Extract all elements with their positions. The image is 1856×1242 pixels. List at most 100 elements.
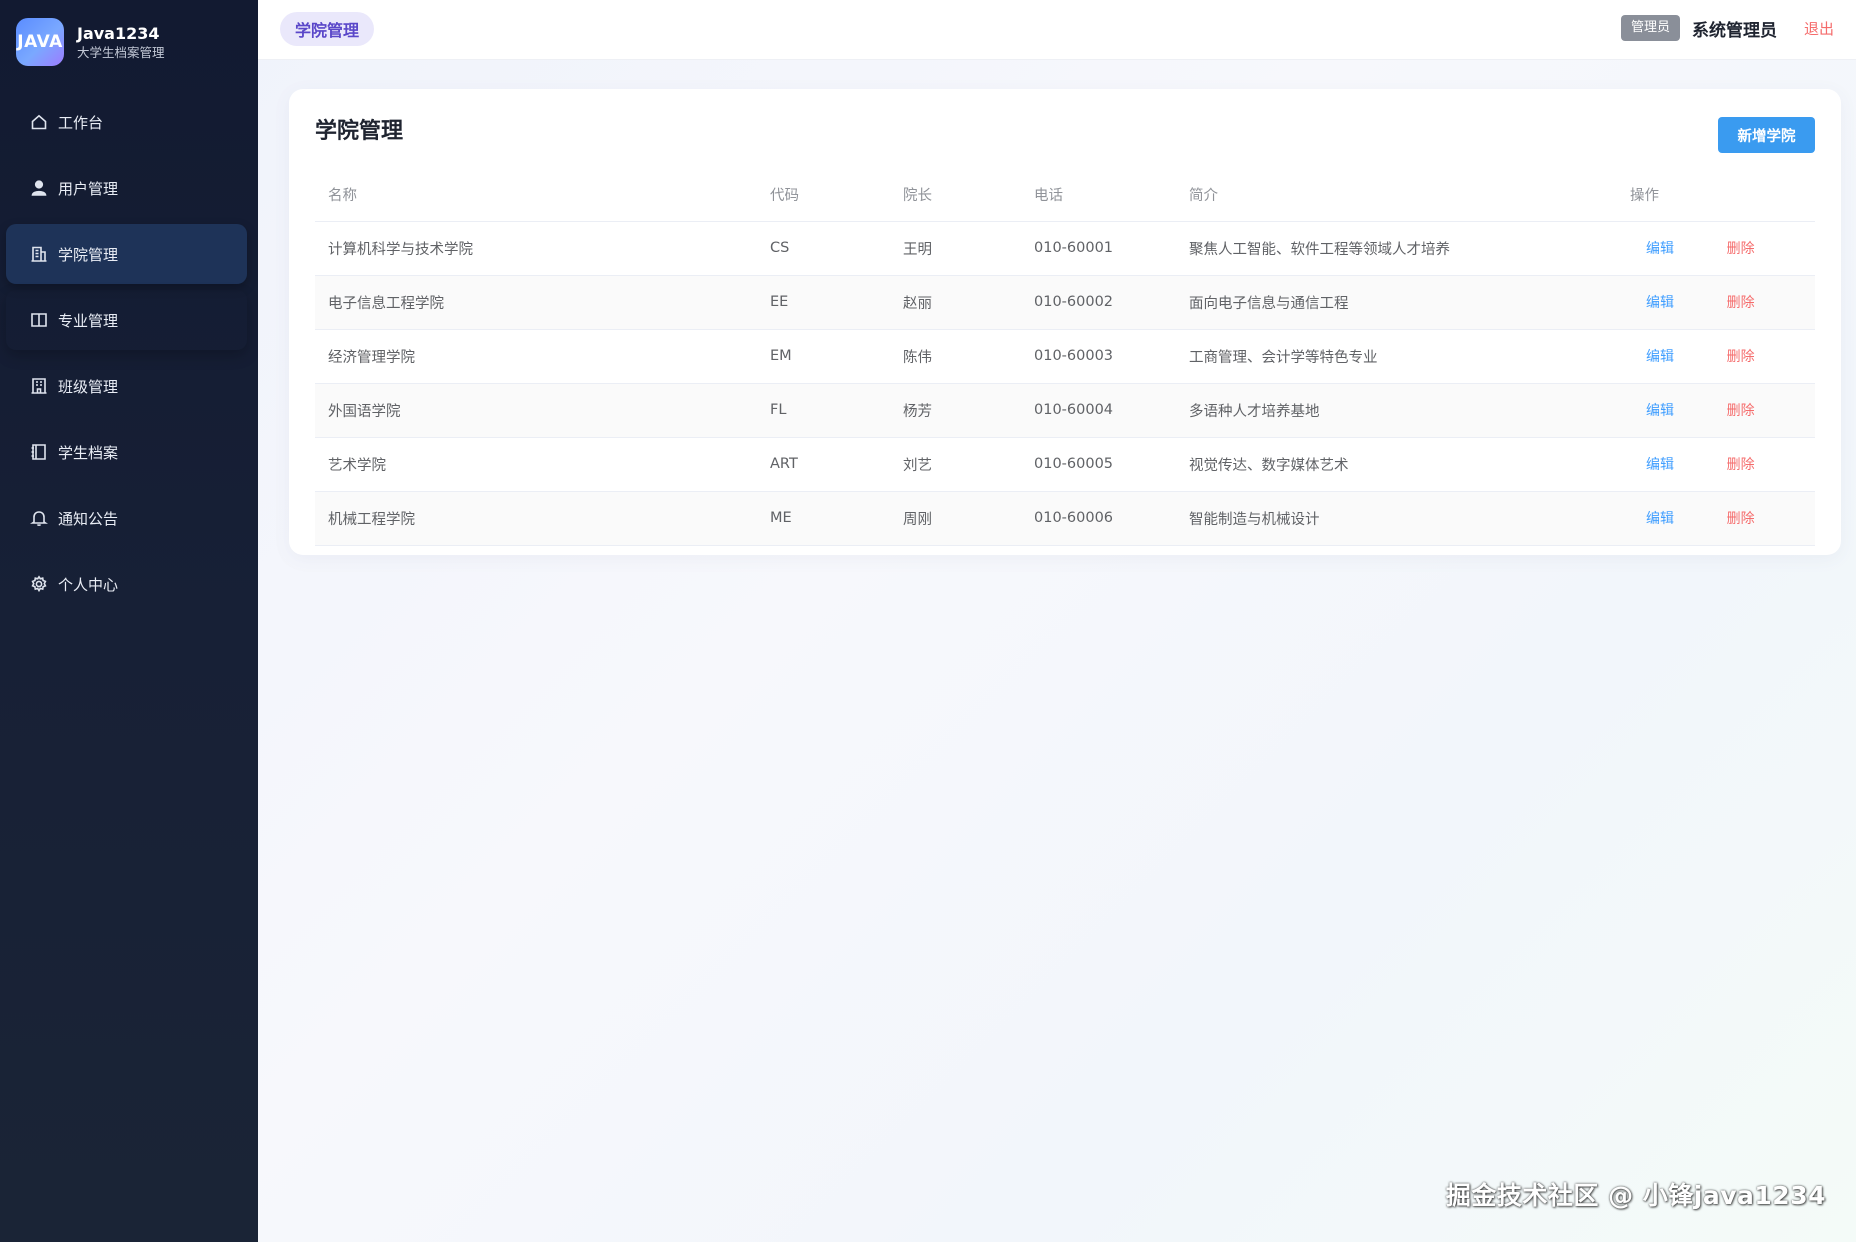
college-table: 名称 代码 院长 电话 简介 操作 计算机科学与技术学院 CS 王明 010-6… [315, 169, 1815, 546]
delete-button[interactable]: 删除 [1727, 238, 1755, 258]
column-header-code: 代码 [757, 169, 890, 222]
sidebar-item-label: 班级管理 [58, 377, 119, 396]
cell-actions: 编辑 删除 [1617, 491, 1815, 546]
add-college-button[interactable]: 新增学院 [1718, 117, 1815, 153]
cell-phone: 010-60004 [1021, 383, 1176, 438]
sidebar-item-label: 工作台 [58, 113, 104, 132]
table-header-row: 名称 代码 院长 电话 简介 操作 [315, 169, 1815, 222]
java-logo: JAVA [16, 18, 64, 66]
cell-phone: 010-60003 [1021, 329, 1176, 384]
logout-link[interactable]: 退出 [1804, 18, 1834, 39]
sidebar-item-label: 学院管理 [58, 245, 119, 264]
cell-name: 电子信息工程学院 [315, 275, 757, 330]
sidebar-item-label: 通知公告 [58, 509, 119, 528]
sidebar-item-colleges[interactable]: 学院管理 [6, 224, 247, 284]
brand-text: Java1234 大学生档案管理 [77, 24, 165, 61]
cell-dean: 赵丽 [890, 275, 1021, 330]
cell-intro: 智能制造与机械设计 [1176, 491, 1617, 546]
cell-code: ART [757, 437, 890, 492]
user-icon [30, 179, 48, 197]
sidebar-item-majors[interactable]: 专业管理 [6, 290, 247, 350]
sidebar-item-label: 个人中心 [58, 575, 119, 594]
sidebar-item-profile[interactable]: 个人中心 [6, 554, 247, 614]
page-tag[interactable]: 学院管理 [280, 12, 375, 46]
cell-phone: 010-60001 [1021, 221, 1176, 276]
book-icon [30, 311, 48, 329]
bell-icon [30, 509, 48, 527]
sidebar-nav: 工作台 用户管理 学院管理 专业管理 班级管理 学生档案 通知公告 个人中心 [6, 92, 247, 620]
delete-button[interactable]: 删除 [1727, 292, 1755, 312]
delete-button[interactable]: 删除 [1727, 400, 1755, 420]
edit-button[interactable]: 编辑 [1646, 454, 1674, 474]
column-header-intro: 简介 [1176, 169, 1617, 222]
brand[interactable]: JAVA Java1234 大学生档案管理 [16, 18, 165, 66]
edit-button[interactable]: 编辑 [1646, 508, 1674, 528]
column-header-name: 名称 [315, 169, 757, 222]
delete-button[interactable]: 删除 [1727, 454, 1755, 474]
cell-code: ME [757, 491, 890, 546]
brand-subtitle: 大学生档案管理 [77, 44, 165, 60]
cell-dean: 刘艺 [890, 437, 1021, 492]
column-header-actions: 操作 [1617, 169, 1815, 222]
cell-name: 外国语学院 [315, 383, 757, 438]
notebook-icon [30, 443, 48, 461]
cell-intro: 工商管理、会计学等特色专业 [1176, 329, 1617, 384]
column-header-dean: 院长 [890, 169, 1021, 222]
user-name: 系统管理员 [1691, 20, 1777, 41]
building-icon [30, 245, 48, 263]
sidebar-item-label: 学生档案 [58, 443, 119, 462]
table-row: 计算机科学与技术学院 CS 王明 010-60001 聚焦人工智能、软件工程等领… [315, 221, 1815, 276]
main-area: 学院管理 管理员 系统管理员 退出 学院管理 新增学院 名称 代码 院长 电话 … [258, 0, 1856, 1242]
cell-code: EE [757, 275, 890, 330]
sidebar-item-classes[interactable]: 班级管理 [6, 356, 247, 416]
edit-button[interactable]: 编辑 [1646, 292, 1674, 312]
sidebar-item-notices[interactable]: 通知公告 [6, 488, 247, 548]
table-row: 艺术学院 ART 刘艺 010-60005 视觉传达、数字媒体艺术 编辑 删除 [315, 437, 1815, 492]
college-card: 学院管理 新增学院 名称 代码 院长 电话 简介 操作 计算机科学与技术学院 C… [289, 89, 1841, 555]
cell-name: 经济管理学院 [315, 329, 757, 384]
cell-dean: 王明 [890, 221, 1021, 276]
cell-actions: 编辑 删除 [1617, 275, 1815, 330]
cell-phone: 010-60006 [1021, 491, 1176, 546]
cell-name: 艺术学院 [315, 437, 757, 492]
cell-actions: 编辑 删除 [1617, 383, 1815, 438]
role-badge: 管理员 [1620, 15, 1680, 41]
sidebar-item-student-files[interactable]: 学生档案 [6, 422, 247, 482]
table-row: 电子信息工程学院 EE 赵丽 010-60002 面向电子信息与通信工程 编辑 … [315, 275, 1815, 330]
cell-actions: 编辑 删除 [1617, 437, 1815, 492]
user-area: 管理员 系统管理员 退出 [1620, 15, 1834, 41]
cell-code: FL [757, 383, 890, 438]
cell-intro: 视觉传达、数字媒体艺术 [1176, 437, 1617, 492]
delete-button[interactable]: 删除 [1727, 508, 1755, 528]
office-icon [30, 377, 48, 395]
page-title: 学院管理 [315, 119, 404, 144]
edit-button[interactable]: 编辑 [1646, 346, 1674, 366]
app-root: JAVA Java1234 大学生档案管理 工作台 用户管理 学院管理 专业管理… [0, 0, 1856, 1242]
column-header-phone: 电话 [1021, 169, 1176, 222]
cell-actions: 编辑 删除 [1617, 221, 1815, 276]
cell-intro: 多语种人才培养基地 [1176, 383, 1617, 438]
topbar: 学院管理 管理员 系统管理员 退出 [258, 0, 1856, 60]
sidebar-item-label: 用户管理 [58, 179, 119, 198]
cell-intro: 面向电子信息与通信工程 [1176, 275, 1617, 330]
sidebar-item-workbench[interactable]: 工作台 [6, 92, 247, 152]
cell-actions: 编辑 删除 [1617, 329, 1815, 384]
gear-icon [30, 575, 48, 593]
cell-dean: 周刚 [890, 491, 1021, 546]
brand-name: Java1234 [77, 23, 160, 43]
cell-name: 计算机科学与技术学院 [315, 221, 757, 276]
home-icon [30, 113, 48, 131]
cell-intro: 聚焦人工智能、软件工程等领域人才培养 [1176, 221, 1617, 276]
cell-code: EM [757, 329, 890, 384]
delete-button[interactable]: 删除 [1727, 346, 1755, 366]
cell-name: 机械工程学院 [315, 491, 757, 546]
edit-button[interactable]: 编辑 [1646, 400, 1674, 420]
sidebar-item-label: 专业管理 [58, 311, 119, 330]
table-row: 机械工程学院 ME 周刚 010-60006 智能制造与机械设计 编辑 删除 [315, 491, 1815, 546]
sidebar: JAVA Java1234 大学生档案管理 工作台 用户管理 学院管理 专业管理… [0, 0, 258, 1242]
cell-phone: 010-60002 [1021, 275, 1176, 330]
edit-button[interactable]: 编辑 [1646, 238, 1674, 258]
table-row: 经济管理学院 EM 陈伟 010-60003 工商管理、会计学等特色专业 编辑 … [315, 329, 1815, 384]
cell-dean: 陈伟 [890, 329, 1021, 384]
sidebar-item-users[interactable]: 用户管理 [6, 158, 247, 218]
